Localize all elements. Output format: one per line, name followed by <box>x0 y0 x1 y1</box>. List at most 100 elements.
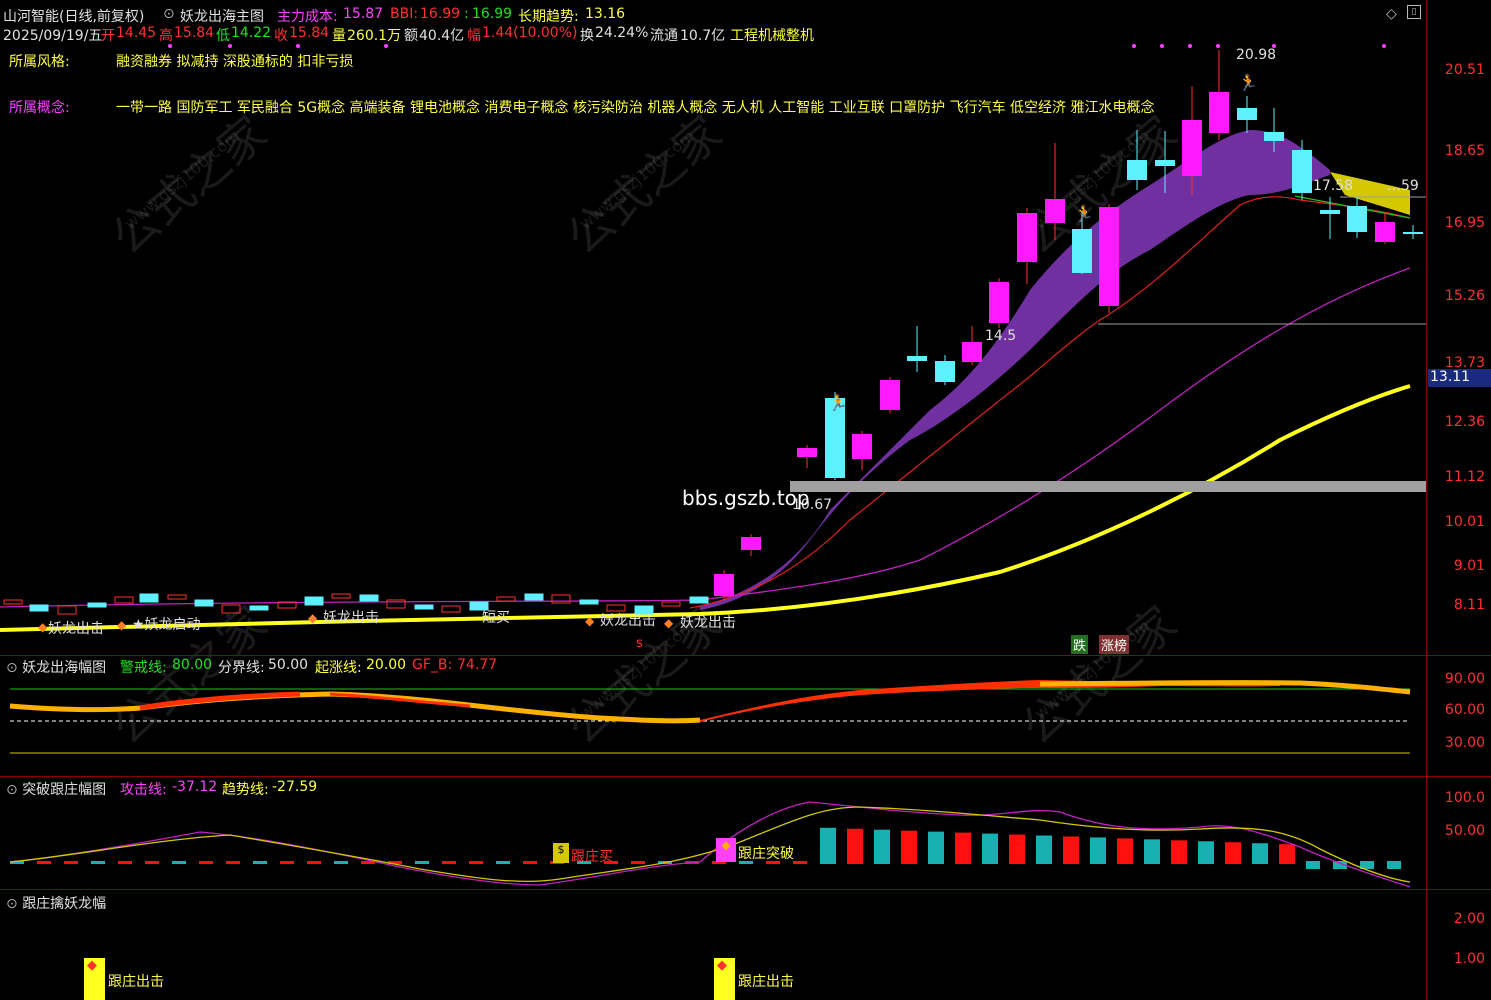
signal-out-1: 跟庄出击 <box>108 974 164 990</box>
style-value: 融资融券 拟减持 深股通标的 扣非亏损 <box>116 54 354 70</box>
style-label: 所属风格: <box>9 54 70 70</box>
panel-icon[interactable]: ⊙ <box>6 896 22 912</box>
candle <box>1045 199 1065 223</box>
candle <box>880 380 900 410</box>
window-icon[interactable]: ▯ <box>1407 5 1421 19</box>
candle <box>1017 213 1037 262</box>
price-axis-label: 9.01 <box>1453 558 1485 574</box>
small-candle <box>441 605 461 613</box>
panel3-bar <box>496 861 510 864</box>
panel3-bar <box>631 861 645 864</box>
signal-label: ★妖龙启动 <box>132 617 201 633</box>
candle <box>1072 229 1092 273</box>
panel3-bar <box>1252 843 1268 864</box>
candle <box>797 448 817 457</box>
candle <box>1127 160 1147 180</box>
panel3-bar <box>64 861 78 864</box>
tag-up: 涨榜 <box>1099 635 1130 654</box>
high-price-label: 20.98 <box>1236 47 1277 63</box>
small-candle <box>194 599 214 607</box>
panel3-bar <box>307 861 321 864</box>
indicator-name[interactable]: 妖龙出海主图 <box>180 6 264 26</box>
signal-label: 妖龙出击 <box>48 621 104 637</box>
candle <box>1347 206 1367 232</box>
panel3-bar <box>982 833 998 864</box>
chevron-down-icon[interactable]: ⊙ <box>163 6 175 22</box>
panel-icon[interactable]: ⊙ <box>6 782 22 798</box>
small-candle <box>496 596 516 602</box>
candle <box>1099 207 1119 306</box>
amount-label: 额 <box>404 28 418 44</box>
panel3-bar <box>847 828 863 864</box>
split-label: 分界线: <box>218 660 265 676</box>
quote-date: 2025/09/19/五 <box>3 28 103 44</box>
bbi-sep: : <box>464 6 469 22</box>
small-candle <box>524 593 544 601</box>
bbi-value2: 16.99 <box>472 6 513 22</box>
industry[interactable]: 工程机械整机 <box>730 25 814 45</box>
float-label: 流通 <box>650 28 678 44</box>
small-candle <box>87 602 107 608</box>
candle <box>1292 150 1312 193</box>
small-candle <box>304 596 324 606</box>
small-candle <box>414 604 434 610</box>
small-candle <box>661 601 681 607</box>
concept-value: 一带一路 国防军工 军民融合 5G概念 高端装备 锂电池概念 消费电子概念 核污… <box>116 100 1155 116</box>
attack-label: 攻击线: <box>120 782 167 798</box>
long-trend-value: 13.16 <box>585 6 626 22</box>
price-axis-label: 15.26 <box>1444 288 1485 304</box>
marker-s: s <box>636 636 643 651</box>
panel3-bar <box>145 861 159 864</box>
candle <box>1375 222 1395 242</box>
change-label: 幅 <box>467 28 481 44</box>
panel3-title[interactable]: ⊙ 突破跟庄幅图 <box>6 779 106 799</box>
panel3-bar <box>1198 841 1214 864</box>
panel2-title-text: 妖龙出海幅图 <box>22 660 107 676</box>
main-cost-value: 15.87 <box>343 6 384 22</box>
gf-band-red <box>700 680 1280 722</box>
panel3-bar <box>37 861 51 864</box>
low-value: 14.22 <box>231 25 272 41</box>
gem-icon: ◆ <box>716 838 736 862</box>
gem-icon: ◆ <box>308 611 318 625</box>
small-candle <box>167 594 187 600</box>
panel3-bar <box>253 861 267 864</box>
open-value: 14.45 <box>116 25 157 41</box>
panel3-bar <box>955 832 971 864</box>
small-candle <box>689 596 709 604</box>
panel3-bar <box>469 861 483 864</box>
gf-value: 74.77 <box>457 657 498 673</box>
panel3-bar <box>1387 861 1401 869</box>
panel3-bar <box>1306 861 1320 869</box>
stock-name[interactable]: 山河智能(日线,前复权) <box>3 6 144 26</box>
panel2-chart[interactable] <box>0 656 1426 776</box>
candle <box>1320 210 1340 214</box>
small-candle <box>114 596 134 604</box>
candle <box>1264 132 1284 141</box>
small-candle <box>29 604 49 612</box>
gem-icon: ◆ <box>117 618 127 632</box>
candle <box>1209 92 1229 133</box>
panel-icon[interactable]: ⊙ <box>6 660 22 676</box>
panel3-bar <box>793 861 807 864</box>
price-axis-label: 20.51 <box>1444 62 1485 78</box>
close-label: 收 <box>274 28 288 44</box>
small-candle <box>359 594 379 602</box>
runner-icon: 🏃 <box>828 393 848 412</box>
panel3-bar <box>1090 837 1106 864</box>
panel4-title[interactable]: ⊙ 跟庄擒妖龙幅 <box>6 893 106 913</box>
runner-icon: 🏃 <box>1238 73 1258 92</box>
panel3-title-text: 突破跟庄幅图 <box>22 782 107 798</box>
long-trend-label: 长期趋势: <box>518 9 579 25</box>
panel2-title[interactable]: ⊙ 妖龙出海幅图 <box>6 657 106 677</box>
small-candle <box>331 593 351 599</box>
price-axis-label: 12.36 <box>1444 414 1485 430</box>
high-label: 高 <box>159 28 173 44</box>
signal-label: 妖龙出击 <box>680 615 736 631</box>
diamond-icon[interactable]: ◇ <box>1386 6 1397 22</box>
gem-icon: ◆ <box>87 958 97 973</box>
axis-divider <box>1426 0 1427 1000</box>
panel2-axis-30: 30.00 <box>1444 735 1485 751</box>
small-candle <box>3 599 23 605</box>
panel3-bar <box>1171 840 1187 864</box>
